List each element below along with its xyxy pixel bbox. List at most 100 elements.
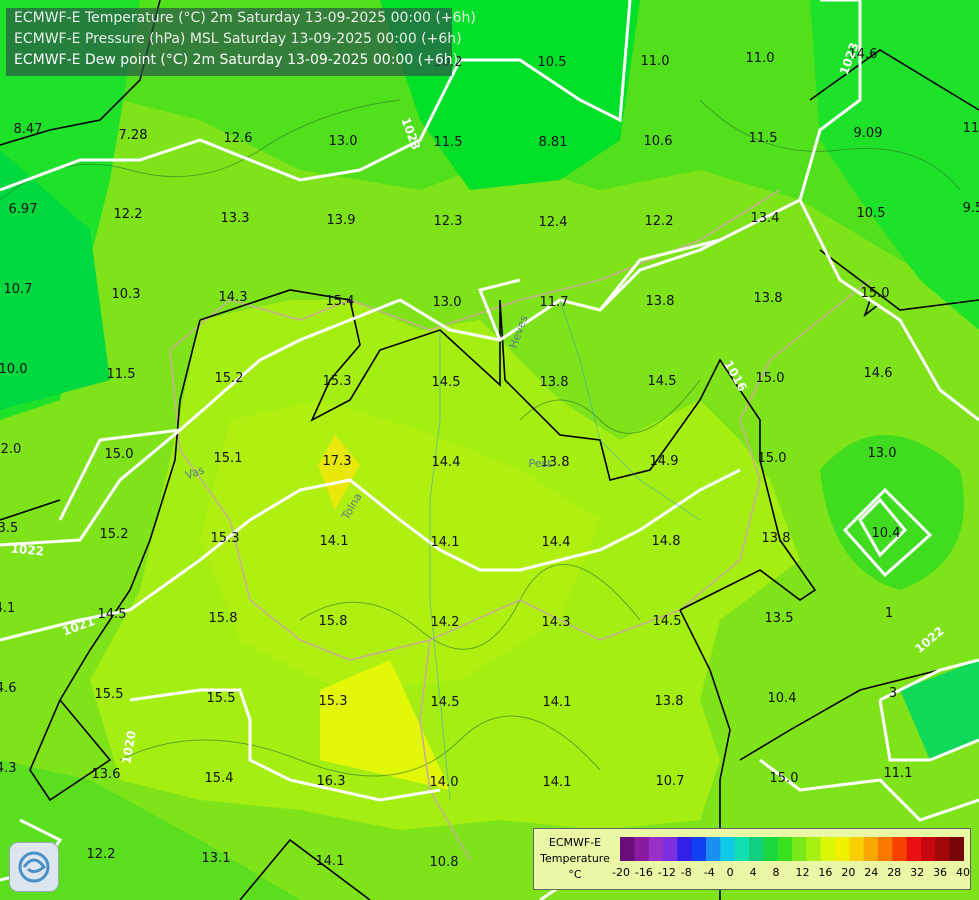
temperature-label: 15.0 xyxy=(758,451,787,466)
temperature-label: 14.1 xyxy=(316,854,345,869)
temperature-label: 4.1 xyxy=(0,601,15,616)
temperature-label: 13.8 xyxy=(655,694,684,709)
temperature-label: 12.2 xyxy=(114,207,143,222)
temperature-label: 13.0 xyxy=(329,134,358,149)
temperature-label: 14.5 xyxy=(653,614,682,629)
weather-map-view: 8.47 7.28 12.6 13.0 11.5 8.81 10.6 11.5 9.09 11. 6… xyxy=(0,0,979,900)
legend-swatch xyxy=(906,837,922,861)
legend-swatch xyxy=(691,837,707,861)
legend-tick: 24 xyxy=(864,866,879,879)
temperature-label: 11. xyxy=(963,121,979,136)
legend-swatch xyxy=(835,837,850,861)
legend-tick: 4 xyxy=(749,866,757,879)
temperature-label: 17.3 xyxy=(323,454,352,469)
legend-swatch xyxy=(777,837,793,861)
legend-tick: 8 xyxy=(772,866,780,879)
temperature-label: 1 xyxy=(885,606,893,621)
temperature-label: 15.0 xyxy=(770,771,799,786)
temperature-label: 15.0 xyxy=(756,371,785,386)
temperature-label: 14.5 xyxy=(98,607,127,622)
temperature-label: 12.4 xyxy=(539,215,568,230)
legend-color-bar xyxy=(620,837,964,861)
legend-tick: -20 xyxy=(612,866,630,879)
legend-tick: 28 xyxy=(887,866,902,879)
legend-swatch xyxy=(720,837,736,861)
legend-swatch xyxy=(820,837,836,861)
legend-swatch xyxy=(892,837,908,861)
temperature-label: 10.4 xyxy=(768,691,797,706)
legend-swatch xyxy=(620,837,635,861)
legend-tick: 36 xyxy=(933,866,948,879)
temperature-label: 10.7 xyxy=(4,282,33,297)
temperature-label: 12.2 xyxy=(87,847,116,862)
temperature-label: 15.8 xyxy=(319,614,348,629)
temperature-label: 14.6 xyxy=(864,366,893,381)
legend-tick: 0 xyxy=(726,866,734,879)
temperature-label: 14.5 xyxy=(648,374,677,389)
legend-swatch xyxy=(806,837,822,861)
legend-tick: -4 xyxy=(703,866,715,879)
temperature-label: 14.2 xyxy=(431,615,460,630)
legend-swatch xyxy=(634,837,650,861)
legend-swatch xyxy=(734,837,750,861)
temperature-label: 9.5 xyxy=(963,201,979,216)
temperature-label: 12.2 xyxy=(645,214,674,229)
temperature-label: 13.6 xyxy=(92,767,121,782)
temperature-label: 10.6 xyxy=(644,134,673,149)
temperature-label: 10.5 xyxy=(857,206,886,221)
temperature-label: 8.47 xyxy=(14,122,43,137)
temperature-label: 13.3 xyxy=(221,211,250,226)
temperature-label: 10.5 xyxy=(538,55,567,70)
temperature-label: 14.1 xyxy=(543,695,572,710)
temperature-label: 10.7 xyxy=(656,774,685,789)
legend-swatch xyxy=(935,837,951,861)
temperature-label: 11.0 xyxy=(746,51,775,66)
legend-swatch xyxy=(878,837,893,861)
temperature-label: 14.4 xyxy=(542,535,571,550)
legend-swatch xyxy=(749,837,764,861)
temperature-label: 8.81 xyxy=(539,135,568,150)
temperature-label: 15.4 xyxy=(205,771,234,786)
temperature-label: 15.0 xyxy=(105,447,134,462)
temperature-label: 11.5 xyxy=(434,135,463,150)
legend-swatch xyxy=(648,837,664,861)
temperature-label: 11.1 xyxy=(884,766,913,781)
legend-tick: 12 xyxy=(795,866,810,879)
layer-list-panel: ECMWF-E Temperature (°C) 2m Saturday 13-… xyxy=(6,8,476,76)
legend-swatch xyxy=(949,837,964,861)
legend-swatch xyxy=(849,837,865,861)
temperature-label: 14.3 xyxy=(542,615,571,630)
temperature-label: 14.3 xyxy=(0,761,16,776)
temperature-label: 15.8 xyxy=(209,611,238,626)
temperature-label: 15.5 xyxy=(95,687,124,702)
temperature-label: 14.6 xyxy=(0,681,16,696)
temperature-label: 12.3 xyxy=(434,214,463,229)
app-logo-icon xyxy=(9,842,59,892)
temperature-label: 13.1 xyxy=(202,851,231,866)
temperature-label: 13.8 xyxy=(540,375,569,390)
legend-tick: 20 xyxy=(841,866,856,879)
temperature-label: 10.4 xyxy=(872,526,901,541)
temperature-label: 10.0 xyxy=(0,362,27,377)
layer-temperature[interactable]: ECMWF-E Temperature (°C) 2m Saturday 13-… xyxy=(6,8,476,29)
temperature-label: 14.9 xyxy=(650,454,679,469)
temperature-label: 14.4 xyxy=(432,455,461,470)
temperature-label: 15.3 xyxy=(211,531,240,546)
temperature-label: 15.3 xyxy=(319,694,348,709)
temperature-label: 9.09 xyxy=(854,126,883,141)
temperature-label: 2.0 xyxy=(1,442,22,457)
legend-tick: 16 xyxy=(818,866,833,879)
temperature-label: 3.5 xyxy=(0,521,18,536)
temperature-label: 14.3 xyxy=(219,290,248,305)
layer-pressure[interactable]: ECMWF-E Pressure (hPa) MSL Saturday 13-0… xyxy=(6,29,462,50)
legend-tick: 32 xyxy=(910,866,925,879)
temperature-label: 6.97 xyxy=(9,202,38,217)
temperature-label: 13.8 xyxy=(646,294,675,309)
layer-dew-point[interactable]: ECMWF-E Dew point (°C) 2m Saturday 13-09… xyxy=(6,50,458,71)
temperature-label: 13.9 xyxy=(327,213,356,228)
temperature-label: 3 xyxy=(889,686,897,701)
temperature-label: 10.3 xyxy=(112,287,141,302)
temperature-label: 15.2 xyxy=(100,527,129,542)
temperature-map[interactable]: 8.47 7.28 12.6 13.0 11.5 8.81 10.6 11.5 9.09 11. 6… xyxy=(0,0,979,900)
temperature-label: 11.5 xyxy=(107,367,136,382)
